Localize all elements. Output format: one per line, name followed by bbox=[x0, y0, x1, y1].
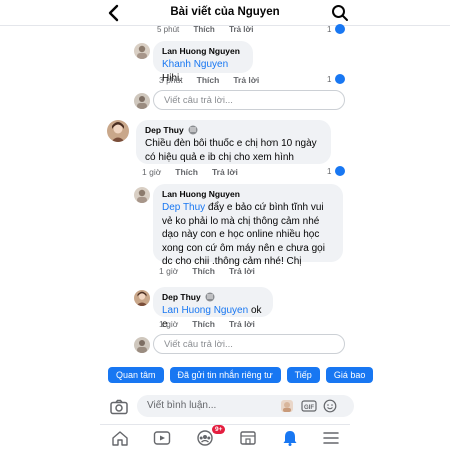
bottom-tab-bar: 9+ bbox=[100, 424, 350, 450]
chip-private-message[interactable]: Đã gửi tin nhắn riêng tư bbox=[169, 367, 281, 383]
like-reaction-icon bbox=[335, 166, 345, 176]
comment-composer: Viết bình luận... GIF bbox=[107, 392, 354, 422]
reaction-count: 1 bbox=[327, 75, 332, 84]
avatar[interactable] bbox=[134, 43, 150, 59]
home-icon[interactable] bbox=[111, 430, 129, 446]
search-icon[interactable] bbox=[331, 4, 349, 22]
like-link[interactable]: Thích bbox=[192, 266, 215, 276]
chip-gia-bao[interactable]: Giá bao bbox=[325, 367, 374, 383]
comment-time: 5 phút bbox=[157, 25, 180, 34]
like-link[interactable]: Thích bbox=[193, 25, 214, 34]
avatar[interactable] bbox=[134, 187, 150, 203]
comment-author[interactable]: Lan Huong Nguyen bbox=[162, 46, 244, 56]
comment-author-row: Dep Thuy bbox=[162, 292, 264, 302]
avatar bbox=[134, 93, 150, 109]
top-fan-badge-icon bbox=[205, 292, 215, 302]
reaction-count: 1 bbox=[327, 25, 332, 34]
comment-text: Dep Thuy đẩy e bảo cứ bình tĩnh vui vẻ k… bbox=[162, 201, 334, 269]
reply-input[interactable]: Viết câu trả lời... bbox=[153, 90, 345, 110]
comment-time: 1 giờ bbox=[142, 167, 162, 177]
mention-link[interactable]: Lan Huong Nguyen bbox=[162, 305, 248, 316]
reply-input[interactable]: Viết câu trả lời... bbox=[153, 334, 345, 354]
comment-actions: 1 giờ Thích Trả lời bbox=[159, 266, 255, 276]
avatar[interactable] bbox=[107, 120, 129, 142]
marketplace-icon[interactable] bbox=[239, 430, 257, 446]
avatar[interactable] bbox=[134, 290, 150, 306]
comment-author[interactable]: Dep Thuy bbox=[145, 125, 184, 135]
reply-link[interactable]: Trả lời bbox=[233, 75, 259, 85]
mention-link[interactable]: Dep Thuy bbox=[162, 202, 205, 213]
camera-icon[interactable] bbox=[110, 399, 128, 415]
comment-author[interactable]: Dep Thuy bbox=[162, 292, 201, 302]
comment-actions: 1 giờ Thích Trả lời bbox=[142, 167, 238, 177]
comment-bubble: Dep Thuy Chiều đèn bôi thuốc e chị hơn 1… bbox=[136, 120, 331, 164]
quick-reply-chips: Quan tâm Đã gửi tin nhắn riêng tư Tiếp G… bbox=[108, 367, 374, 383]
comment-bubble: Lan Huong Nguyen Khanh Nguyen Hihi. bbox=[153, 41, 253, 84]
comment-input[interactable]: Viết bình luận... bbox=[137, 395, 354, 417]
comment-author[interactable]: Lan Huong Nguyen bbox=[162, 189, 334, 199]
notifications-bell-icon[interactable] bbox=[281, 430, 299, 446]
emoji-icon[interactable] bbox=[323, 399, 337, 413]
menu-icon[interactable] bbox=[322, 430, 340, 446]
like-link[interactable]: Thích bbox=[192, 319, 215, 329]
reply-link[interactable]: Trả lời bbox=[212, 167, 238, 177]
reply-link[interactable]: Trả lời bbox=[229, 266, 255, 276]
comment-time: 1 giờ bbox=[159, 319, 179, 329]
reaction-count: 1 bbox=[327, 167, 332, 176]
chip-tiep[interactable]: Tiếp bbox=[286, 367, 320, 383]
top-fan-badge-icon bbox=[188, 125, 198, 135]
previous-comment-actions: 5 phút Thích Trả lời bbox=[157, 25, 265, 34]
comment-actions: 3 phút Thích Trả lời bbox=[159, 75, 259, 85]
chip-quan-tam[interactable]: Quan tâm bbox=[108, 367, 164, 383]
comment-bubble: Dep Thuy Lan Huong Nguyen ok e bbox=[153, 287, 273, 330]
comment-bubble: Lan Huong Nguyen Dep Thuy đẩy e bảo cứ b… bbox=[153, 184, 343, 267]
like-reaction-icon bbox=[335, 24, 345, 34]
reply-link[interactable]: Trả lời bbox=[229, 319, 255, 329]
comment-text: Chiều đèn bôi thuốc e chị hơn 10 ngày có… bbox=[145, 138, 317, 163]
like-link[interactable]: Thích bbox=[175, 167, 198, 177]
svg-text:GIF: GIF bbox=[304, 405, 314, 411]
page-title: Bài viết của Nguyen bbox=[170, 6, 280, 18]
comment-author-row: Dep Thuy bbox=[145, 125, 322, 135]
reply-link[interactable]: Trả lời bbox=[229, 25, 253, 34]
comment-time: 1 giờ bbox=[159, 266, 179, 276]
comment-time: 3 phút bbox=[159, 75, 183, 85]
like-link[interactable]: Thích bbox=[197, 75, 220, 85]
watch-video-icon[interactable] bbox=[153, 430, 171, 446]
comment-actions: 1 giờ Thích Trả lời bbox=[159, 319, 255, 329]
mention-link[interactable]: Khanh Nguyen bbox=[162, 59, 228, 70]
avatar-sticker-icon[interactable] bbox=[280, 399, 294, 413]
top-nav-bar: Bài viết của Nguyen bbox=[0, 0, 450, 26]
groups-notification-badge: 9+ bbox=[212, 425, 226, 434]
groups-icon[interactable] bbox=[196, 430, 214, 446]
gif-icon[interactable]: GIF bbox=[301, 399, 317, 413]
like-reaction-icon bbox=[335, 74, 345, 84]
avatar bbox=[134, 337, 150, 353]
